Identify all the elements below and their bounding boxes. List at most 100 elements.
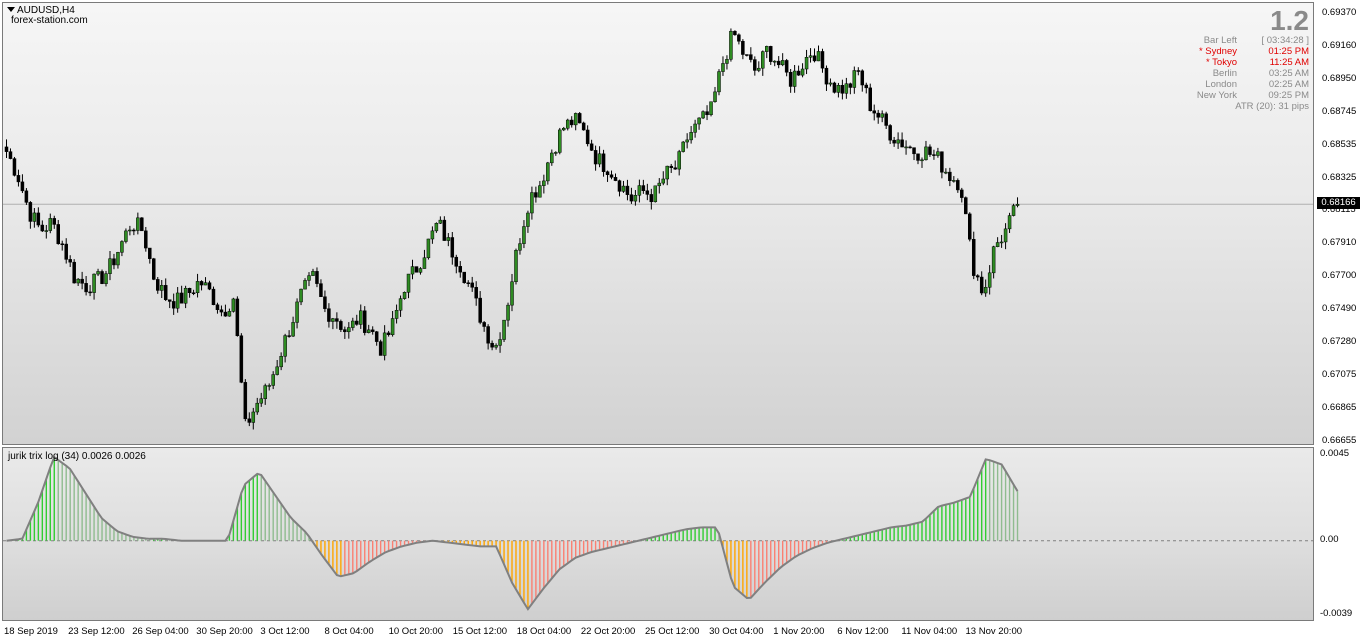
candle-body [824, 67, 829, 85]
candle-body [800, 68, 805, 76]
candle-body [757, 67, 761, 71]
candle-body [247, 418, 252, 423]
candle-body [267, 385, 271, 387]
time-tick-label: 30 Sep 20:00 [196, 626, 253, 637]
candle-body [116, 252, 120, 266]
candle-body [924, 146, 928, 161]
candle-body [430, 230, 435, 240]
price-tick-label: 0.68325 [1322, 171, 1357, 183]
candle-body [721, 63, 725, 72]
price-tick-label: 0.66655 [1322, 434, 1357, 446]
indicator-tick-label: 0.00 [1320, 534, 1339, 545]
candle-body [108, 258, 112, 274]
indicator-histogram [3, 455, 1313, 611]
price-tick-label: 0.69160 [1322, 39, 1357, 51]
candle-body [124, 230, 128, 242]
candle-body [565, 119, 570, 129]
candle-body [649, 194, 654, 203]
candle-body [4, 146, 9, 152]
candle-body [908, 146, 912, 149]
candle-body [339, 321, 343, 330]
candle-body [558, 129, 562, 153]
time-axis[interactable]: 18 Sep 2019 23 Sep 12:00 26 Sep 04:00 30 Se… [0, 623, 1362, 642]
candle-body [733, 30, 737, 36]
candle-body [852, 70, 857, 88]
candle-body [462, 271, 466, 283]
candle-body [183, 287, 188, 304]
candle-body [621, 185, 626, 192]
time-tick-label: 18 Oct 04:00 [516, 626, 572, 637]
session-value: 11:25 AM [1269, 57, 1309, 68]
price-tick-label: 0.67700 [1322, 270, 1357, 282]
price-tick-label: 0.67280 [1322, 336, 1357, 347]
candle-body [84, 283, 88, 293]
candle-body [398, 298, 403, 311]
candle-body [928, 146, 932, 155]
candle-body [896, 139, 900, 144]
candle-body [287, 335, 291, 337]
candle-body [215, 304, 220, 310]
candle-body [128, 229, 132, 232]
candle-body [832, 82, 837, 93]
candle-body [577, 113, 582, 124]
candle-body [776, 60, 781, 66]
candle-body [1007, 215, 1012, 230]
candle-body [335, 318, 339, 322]
session-label: * Tokyo [1206, 57, 1237, 68]
candle-body [482, 322, 486, 327]
candle-body [390, 318, 395, 335]
candle-body [637, 185, 642, 196]
candle-body [542, 180, 546, 186]
candle-body [434, 223, 439, 232]
candle-body [418, 268, 423, 273]
candle-body [219, 309, 224, 313]
candle-body [239, 335, 244, 383]
candle-body [693, 123, 697, 133]
session-value: [ 03:34:28 ] [1261, 35, 1309, 46]
session-label: London [1205, 79, 1237, 90]
candle-body [677, 151, 681, 170]
candle-body [717, 71, 721, 93]
candle-body [207, 282, 212, 290]
candle-body [685, 139, 689, 143]
candle-body [144, 230, 148, 249]
candle-body [844, 83, 849, 94]
candle-body [641, 185, 646, 191]
candle-body [573, 113, 578, 126]
candle-body [68, 259, 72, 263]
candle-body [442, 219, 447, 241]
indicator-panel[interactable]: jurik trix log (34) 0.0026 0.0026 [2, 447, 1314, 621]
candle-body [28, 202, 33, 222]
price-chart-panel[interactable]: AUDUSD,H4 forex-station.com 1.2 Bar Left… [2, 2, 1314, 445]
candle-body [374, 331, 379, 342]
candle-body [112, 258, 116, 266]
candle-body [729, 30, 733, 60]
candle-body [932, 154, 936, 156]
candle-body [788, 72, 793, 87]
candle-body [657, 182, 662, 187]
time-tick-label: 6 Nov 12:00 [837, 626, 889, 637]
candle-body [593, 150, 598, 165]
candle-body [303, 280, 307, 290]
candle-body [402, 292, 407, 299]
candle-body [940, 151, 944, 173]
candle-body [366, 329, 371, 333]
candle-body [12, 158, 17, 176]
signal-line [6, 455, 1019, 611]
candle-body [625, 185, 630, 195]
session-label: Bar Left [1203, 35, 1237, 46]
price-axis[interactable]: 0.69370 0.69160 0.68950 0.68745 0.68535 0.683… [1315, 0, 1362, 623]
indicator-title: jurik trix log (34) 0.0026 0.0026 [8, 451, 146, 462]
candle-body [100, 271, 104, 284]
candle-body [255, 402, 260, 413]
candle-body [359, 310, 363, 325]
candle-body [804, 57, 809, 70]
indicator-tick-label: 0.0045 [1320, 448, 1350, 459]
candle-body [52, 218, 57, 225]
time-tick-label: 18 Sep 2019 [4, 626, 58, 637]
candle-body [136, 217, 140, 231]
candle-body [741, 41, 745, 55]
dropdown-arrow-icon[interactable] [7, 7, 15, 12]
price-tick-label: 0.67490 [1322, 303, 1357, 315]
candle-body [378, 341, 383, 356]
